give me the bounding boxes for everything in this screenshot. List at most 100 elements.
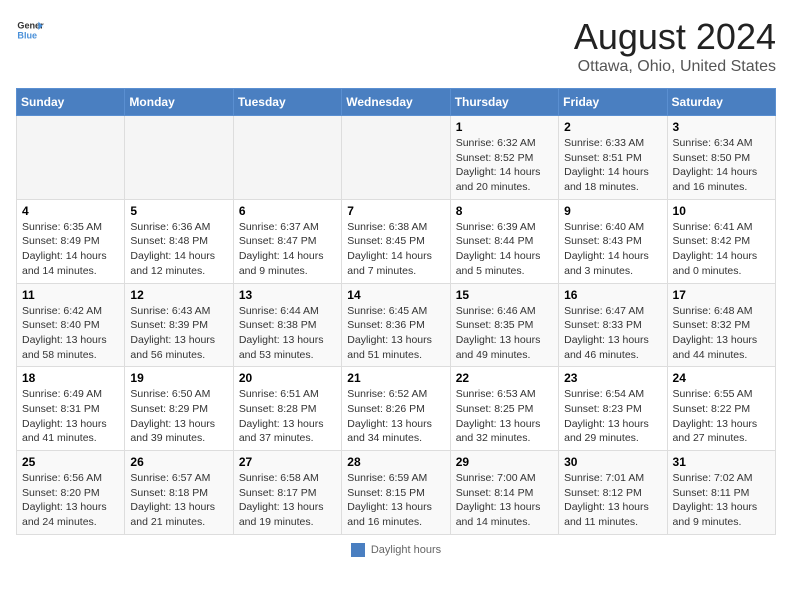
calendar-cell: 5 Sunrise: 6:36 AM Sunset: 8:48 PM Daylig… xyxy=(125,199,233,283)
day-info: Sunrise: 6:42 AM Sunset: 8:40 PM Dayligh… xyxy=(22,304,119,363)
calendar-cell: 1 Sunrise: 6:32 AM Sunset: 8:52 PM Daylig… xyxy=(450,116,558,200)
day-info: Sunrise: 6:56 AM Sunset: 8:20 PM Dayligh… xyxy=(22,471,119,530)
day-number: 9 xyxy=(564,204,661,218)
calendar-cell: 24 Sunrise: 6:55 AM Sunset: 8:22 PM Dayli… xyxy=(667,367,775,451)
day-info: Sunrise: 6:38 AM Sunset: 8:45 PM Dayligh… xyxy=(347,220,444,279)
day-header-wednesday: Wednesday xyxy=(342,89,450,116)
calendar-cell: 4 Sunrise: 6:35 AM Sunset: 8:49 PM Daylig… xyxy=(17,199,125,283)
day-number: 1 xyxy=(456,120,553,134)
calendar-cell: 11Sunrise: 6:42 AM Sunset: 8:40 PM Dayli… xyxy=(17,283,125,367)
day-number: 29 xyxy=(456,455,553,469)
day-info: Sunrise: 6:53 AM Sunset: 8:25 PM Dayligh… xyxy=(456,387,553,446)
day-info: Sunrise: 6:36 AM Sunset: 8:48 PM Dayligh… xyxy=(130,220,227,279)
calendar-cell: 12 Sunrise: 6:43 AM Sunset: 8:39 PM Dayli… xyxy=(125,283,233,367)
day-number: 17 xyxy=(673,288,770,302)
day-header-saturday: Saturday xyxy=(667,89,775,116)
calendar-cell: 8 Sunrise: 6:39 AM Sunset: 8:44 PM Daylig… xyxy=(450,199,558,283)
day-info: Sunrise: 7:00 AM Sunset: 8:14 PM Dayligh… xyxy=(456,471,553,530)
day-number: 27 xyxy=(239,455,336,469)
calendar-cell: 27 Sunrise: 6:58 AM Sunset: 8:17 PM Dayli… xyxy=(233,451,341,535)
day-header-sunday: Sunday xyxy=(17,89,125,116)
calendar-cell: 25 Sunrise: 6:56 AM Sunset: 8:20 PM Dayli… xyxy=(17,451,125,535)
calendar-cell xyxy=(17,116,125,200)
day-info: Sunrise: 6:44 AM Sunset: 8:38 PM Dayligh… xyxy=(239,304,336,363)
day-number: 13 xyxy=(239,288,336,302)
day-number: 5 xyxy=(130,204,227,218)
day-number: 22 xyxy=(456,371,553,385)
day-info: Sunrise: 6:46 AM Sunset: 8:35 PM Dayligh… xyxy=(456,304,553,363)
day-info: Sunrise: 6:33 AM Sunset: 8:51 PM Dayligh… xyxy=(564,136,661,195)
calendar-cell: 19Sunrise: 6:50 AM Sunset: 8:29 PM Dayli… xyxy=(125,367,233,451)
footer: Daylight hours xyxy=(16,543,776,557)
day-info: Sunrise: 6:40 AM Sunset: 8:43 PM Dayligh… xyxy=(564,220,661,279)
day-number: 28 xyxy=(347,455,444,469)
day-info: Sunrise: 6:35 AM Sunset: 8:49 PM Dayligh… xyxy=(22,220,119,279)
calendar-cell: 29 Sunrise: 7:00 AM Sunset: 8:14 PM Dayli… xyxy=(450,451,558,535)
calendar-cell: 20 Sunrise: 6:51 AM Sunset: 8:28 PM Dayli… xyxy=(233,367,341,451)
day-info: Sunrise: 6:43 AM Sunset: 8:39 PM Dayligh… xyxy=(130,304,227,363)
day-number: 8 xyxy=(456,204,553,218)
day-number: 20 xyxy=(239,371,336,385)
day-info: Sunrise: 6:47 AM Sunset: 8:33 PM Dayligh… xyxy=(564,304,661,363)
day-number: 23 xyxy=(564,371,661,385)
calendar-cell xyxy=(342,116,450,200)
calendar-cell: 21Sunrise: 6:52 AM Sunset: 8:26 PM Dayli… xyxy=(342,367,450,451)
day-info: Sunrise: 6:37 AM Sunset: 8:47 PM Dayligh… xyxy=(239,220,336,279)
header: General Blue August 2024 Ottawa, Ohio, U… xyxy=(16,16,776,76)
calendar-cell: 22 Sunrise: 6:53 AM Sunset: 8:25 PM Dayli… xyxy=(450,367,558,451)
day-header-monday: Monday xyxy=(125,89,233,116)
daylight-color-box xyxy=(351,543,365,557)
day-number: 2 xyxy=(564,120,661,134)
calendar-cell: 2 Sunrise: 6:33 AM Sunset: 8:51 PM Daylig… xyxy=(559,116,667,200)
day-info: Sunrise: 7:01 AM Sunset: 8:12 PM Dayligh… xyxy=(564,471,661,530)
day-number: 10 xyxy=(673,204,770,218)
calendar-cell: 26Sunrise: 6:57 AM Sunset: 8:18 PM Dayli… xyxy=(125,451,233,535)
day-info: Sunrise: 6:45 AM Sunset: 8:36 PM Dayligh… xyxy=(347,304,444,363)
day-number: 3 xyxy=(673,120,770,134)
calendar-cell xyxy=(233,116,341,200)
day-info: Sunrise: 6:50 AM Sunset: 8:29 PM Dayligh… xyxy=(130,387,227,446)
day-info: Sunrise: 6:41 AM Sunset: 8:42 PM Dayligh… xyxy=(673,220,770,279)
logo-icon: General Blue xyxy=(16,16,44,44)
day-info: Sunrise: 6:59 AM Sunset: 8:15 PM Dayligh… xyxy=(347,471,444,530)
day-info: Sunrise: 6:58 AM Sunset: 8:17 PM Dayligh… xyxy=(239,471,336,530)
main-title: August 2024 xyxy=(574,16,776,58)
calendar-cell: 6Sunrise: 6:37 AM Sunset: 8:47 PM Daylig… xyxy=(233,199,341,283)
calendar-table: SundayMondayTuesdayWednesdayThursdayFrid… xyxy=(16,88,776,535)
day-info: Sunrise: 6:54 AM Sunset: 8:23 PM Dayligh… xyxy=(564,387,661,446)
calendar-cell: 13 Sunrise: 6:44 AM Sunset: 8:38 PM Dayli… xyxy=(233,283,341,367)
calendar-cell: 9 Sunrise: 6:40 AM Sunset: 8:43 PM Daylig… xyxy=(559,199,667,283)
calendar-cell: 16 Sunrise: 6:47 AM Sunset: 8:33 PM Dayli… xyxy=(559,283,667,367)
calendar-cell: 23 Sunrise: 6:54 AM Sunset: 8:23 PM Dayli… xyxy=(559,367,667,451)
day-info: Sunrise: 6:48 AM Sunset: 8:32 PM Dayligh… xyxy=(673,304,770,363)
day-number: 24 xyxy=(673,371,770,385)
calendar-cell: 3Sunrise: 6:34 AM Sunset: 8:50 PM Daylig… xyxy=(667,116,775,200)
day-number: 14 xyxy=(347,288,444,302)
calendar-cell: 28 Sunrise: 6:59 AM Sunset: 8:15 PM Dayli… xyxy=(342,451,450,535)
day-info: Sunrise: 6:49 AM Sunset: 8:31 PM Dayligh… xyxy=(22,387,119,446)
day-header-thursday: Thursday xyxy=(450,89,558,116)
day-number: 4 xyxy=(22,204,119,218)
day-number: 25 xyxy=(22,455,119,469)
week-row-4: 18Sunrise: 6:49 AM Sunset: 8:31 PM Dayli… xyxy=(17,367,776,451)
day-info: Sunrise: 6:51 AM Sunset: 8:28 PM Dayligh… xyxy=(239,387,336,446)
calendar-cell xyxy=(125,116,233,200)
day-info: Sunrise: 7:02 AM Sunset: 8:11 PM Dayligh… xyxy=(673,471,770,530)
day-number: 31 xyxy=(673,455,770,469)
title-area: August 2024 Ottawa, Ohio, United States xyxy=(574,16,776,76)
day-info: Sunrise: 6:57 AM Sunset: 8:18 PM Dayligh… xyxy=(130,471,227,530)
logo: General Blue xyxy=(16,16,44,44)
calendar-cell: 17 Sunrise: 6:48 AM Sunset: 8:32 PM Dayli… xyxy=(667,283,775,367)
calendar-cell: 10 Sunrise: 6:41 AM Sunset: 8:42 PM Dayli… xyxy=(667,199,775,283)
calendar-cell: 14 Sunrise: 6:45 AM Sunset: 8:36 PM Dayli… xyxy=(342,283,450,367)
day-number: 7 xyxy=(347,204,444,218)
calendar-cell: 30Sunrise: 7:01 AM Sunset: 8:12 PM Dayli… xyxy=(559,451,667,535)
day-info: Sunrise: 6:39 AM Sunset: 8:44 PM Dayligh… xyxy=(456,220,553,279)
day-number: 15 xyxy=(456,288,553,302)
day-number: 12 xyxy=(130,288,227,302)
day-info: Sunrise: 6:55 AM Sunset: 8:22 PM Dayligh… xyxy=(673,387,770,446)
day-info: Sunrise: 6:32 AM Sunset: 8:52 PM Dayligh… xyxy=(456,136,553,195)
week-row-2: 4 Sunrise: 6:35 AM Sunset: 8:49 PM Daylig… xyxy=(17,199,776,283)
day-number: 16 xyxy=(564,288,661,302)
calendar-cell: 18Sunrise: 6:49 AM Sunset: 8:31 PM Dayli… xyxy=(17,367,125,451)
